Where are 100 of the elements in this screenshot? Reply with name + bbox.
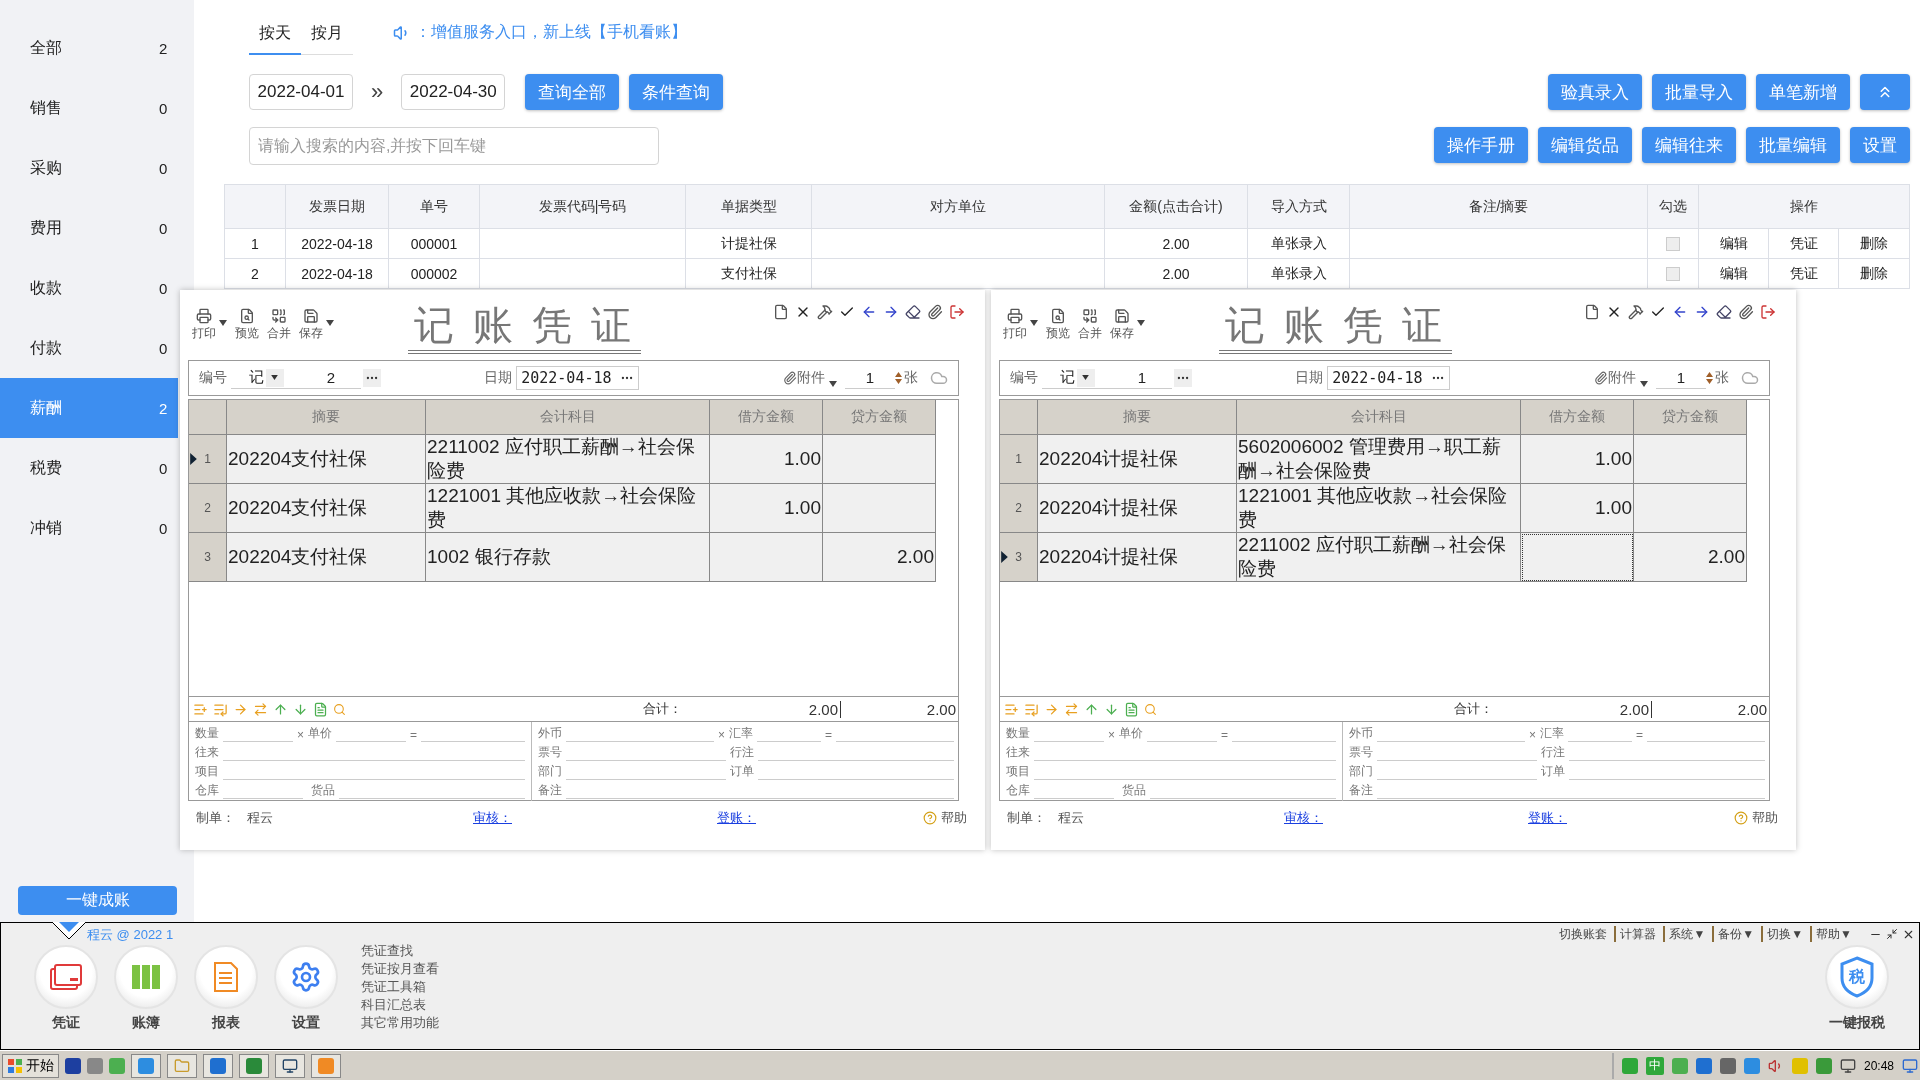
hammer-icon[interactable] [817, 304, 833, 320]
tray-icon[interactable] [1719, 1057, 1736, 1074]
row-action-button[interactable]: 删除 [1839, 229, 1910, 259]
swap-icon[interactable] [1064, 701, 1079, 717]
preview-icon[interactable] [1050, 308, 1066, 324]
move-down-icon[interactable] [293, 701, 308, 717]
help-icon[interactable] [923, 811, 937, 825]
function-link[interactable]: 其它常用功能 [361, 1014, 439, 1032]
function-link[interactable]: 科目汇总表 [361, 996, 439, 1014]
row-action-button[interactable]: 凭证 [1769, 259, 1839, 289]
start-date-field[interactable]: 2022-04-01 [249, 74, 353, 110]
start-button[interactable]: 开始 [2, 1053, 59, 1078]
help-link[interactable]: 帮助 [941, 809, 967, 827]
dropdown-caret-icon[interactable] [1137, 320, 1145, 326]
left-arrow-icon[interactable] [1672, 304, 1688, 320]
end-date-field[interactable]: 2022-04-30 [401, 74, 506, 110]
new-file-icon[interactable] [1584, 304, 1600, 320]
merge-icon[interactable] [271, 308, 287, 324]
exit-icon[interactable] [1760, 304, 1776, 320]
help-icon[interactable] [1734, 811, 1748, 825]
append-row-icon[interactable] [1024, 701, 1039, 717]
more-button[interactable] [1174, 369, 1192, 387]
row-action-button[interactable]: 凭证 [1769, 229, 1839, 259]
view-tab[interactable]: 按天 [249, 23, 301, 55]
sidebar-item[interactable]: 付款 0 [0, 318, 178, 378]
search-icon[interactable] [333, 702, 346, 716]
restore-icon[interactable] [1886, 928, 1898, 940]
voucher-date-field[interactable]: 2022-04-18 [516, 366, 639, 390]
upload-cloud-icon[interactable] [930, 369, 948, 387]
move-down-icon[interactable] [1104, 701, 1119, 717]
move-up-icon[interactable] [1084, 701, 1099, 717]
printer-icon[interactable] [196, 308, 212, 324]
help-link[interactable]: 帮助 [1752, 809, 1778, 827]
upload-cloud-icon[interactable] [1741, 369, 1759, 387]
post-link[interactable]: 登账： [1528, 809, 1567, 827]
copy-row-icon[interactable] [1044, 701, 1059, 717]
menu-item[interactable]: 计算器 [1614, 926, 1664, 942]
save-icon[interactable] [303, 308, 319, 324]
row-checkbox[interactable] [1666, 236, 1680, 251]
merge-button[interactable]: 合并 [263, 308, 295, 342]
row-checkbox[interactable] [1666, 266, 1680, 281]
append-row-icon[interactable] [213, 701, 228, 717]
dropdown-button[interactable] [1076, 368, 1095, 387]
search-field[interactable]: 请输入搜索的内容,并按下回车键 [249, 127, 659, 165]
document-icon[interactable] [313, 701, 328, 717]
dropdown-caret-icon[interactable] [326, 320, 334, 326]
sidebar-item[interactable]: 采购 0 [0, 138, 178, 198]
save-button[interactable]: 保存 [1106, 308, 1149, 342]
taskbar-app[interactable] [239, 1053, 269, 1078]
tray-icon[interactable] [1815, 1057, 1832, 1074]
sidebar-item[interactable]: 销售 0 [0, 78, 178, 138]
new-file-icon[interactable] [773, 304, 789, 320]
function-link[interactable]: 凭证工具箱 [361, 978, 439, 996]
insert-row-icon[interactable] [193, 701, 208, 717]
show-desktop-icon[interactable] [1902, 1057, 1918, 1074]
right-arrow-icon[interactable] [1694, 304, 1710, 320]
taskbar-app[interactable] [275, 1053, 305, 1078]
post-link[interactable]: 登账： [717, 809, 756, 827]
print-button[interactable]: 打印 [188, 308, 231, 342]
tray-icon[interactable] [1743, 1057, 1760, 1074]
merge-button[interactable]: 合并 [1074, 308, 1106, 342]
save-icon[interactable] [1114, 308, 1130, 324]
attachment-count-field[interactable]: 1 [1656, 367, 1706, 389]
tray-icon[interactable] [1671, 1057, 1688, 1074]
view-tab[interactable]: 按月 [301, 23, 353, 55]
dropdown-button[interactable] [265, 368, 284, 387]
app-icon[interactable] [65, 1057, 81, 1074]
menu-item[interactable]: 切换▼ [1761, 926, 1811, 942]
spinner-icon[interactable] [895, 371, 902, 385]
review-link[interactable]: 审核： [1284, 809, 1323, 827]
tray-icon[interactable] [1695, 1057, 1712, 1074]
eraser-icon[interactable] [1716, 304, 1732, 320]
spinner-icon[interactable] [1706, 371, 1713, 385]
preview-button[interactable]: 预览 [231, 308, 263, 342]
menu-item[interactable]: 系统▼ [1663, 926, 1713, 942]
voucher-word-select[interactable]: 记 [1042, 367, 1112, 389]
menu-item[interactable]: 帮助▼ [1810, 926, 1859, 942]
insert-row-icon[interactable] [1004, 701, 1019, 717]
function-link[interactable]: 凭证查找 [361, 942, 439, 960]
voucher-number-field[interactable]: 1 [1112, 367, 1172, 389]
sidebar-item[interactable]: 全部 2 [0, 18, 178, 78]
row-action-button[interactable]: 编辑 [1699, 259, 1769, 289]
print-button[interactable]: 打印 [999, 308, 1042, 342]
dropdown-caret-icon[interactable] [1030, 320, 1038, 326]
dropdown-caret-icon[interactable] [1640, 381, 1648, 387]
eraser-icon[interactable] [905, 304, 921, 320]
sidebar-item[interactable]: 收款 0 [0, 258, 178, 318]
copy-row-icon[interactable] [233, 701, 248, 717]
search-icon[interactable] [1144, 702, 1157, 716]
paperclip-icon[interactable] [1738, 304, 1754, 320]
voucher-number-field[interactable]: 2 [301, 367, 361, 389]
taskbar-app[interactable] [203, 1053, 233, 1078]
paperclip-icon[interactable] [927, 304, 943, 320]
sidebar-item[interactable]: 冲销 0 [0, 498, 178, 558]
merge-icon[interactable] [1082, 308, 1098, 324]
dropdown-caret-icon[interactable] [829, 381, 837, 387]
voucher-word-select[interactable]: 记 [231, 367, 301, 389]
move-up-icon[interactable] [273, 701, 288, 717]
swap-icon[interactable] [253, 701, 268, 717]
review-link[interactable]: 审核： [473, 809, 512, 827]
